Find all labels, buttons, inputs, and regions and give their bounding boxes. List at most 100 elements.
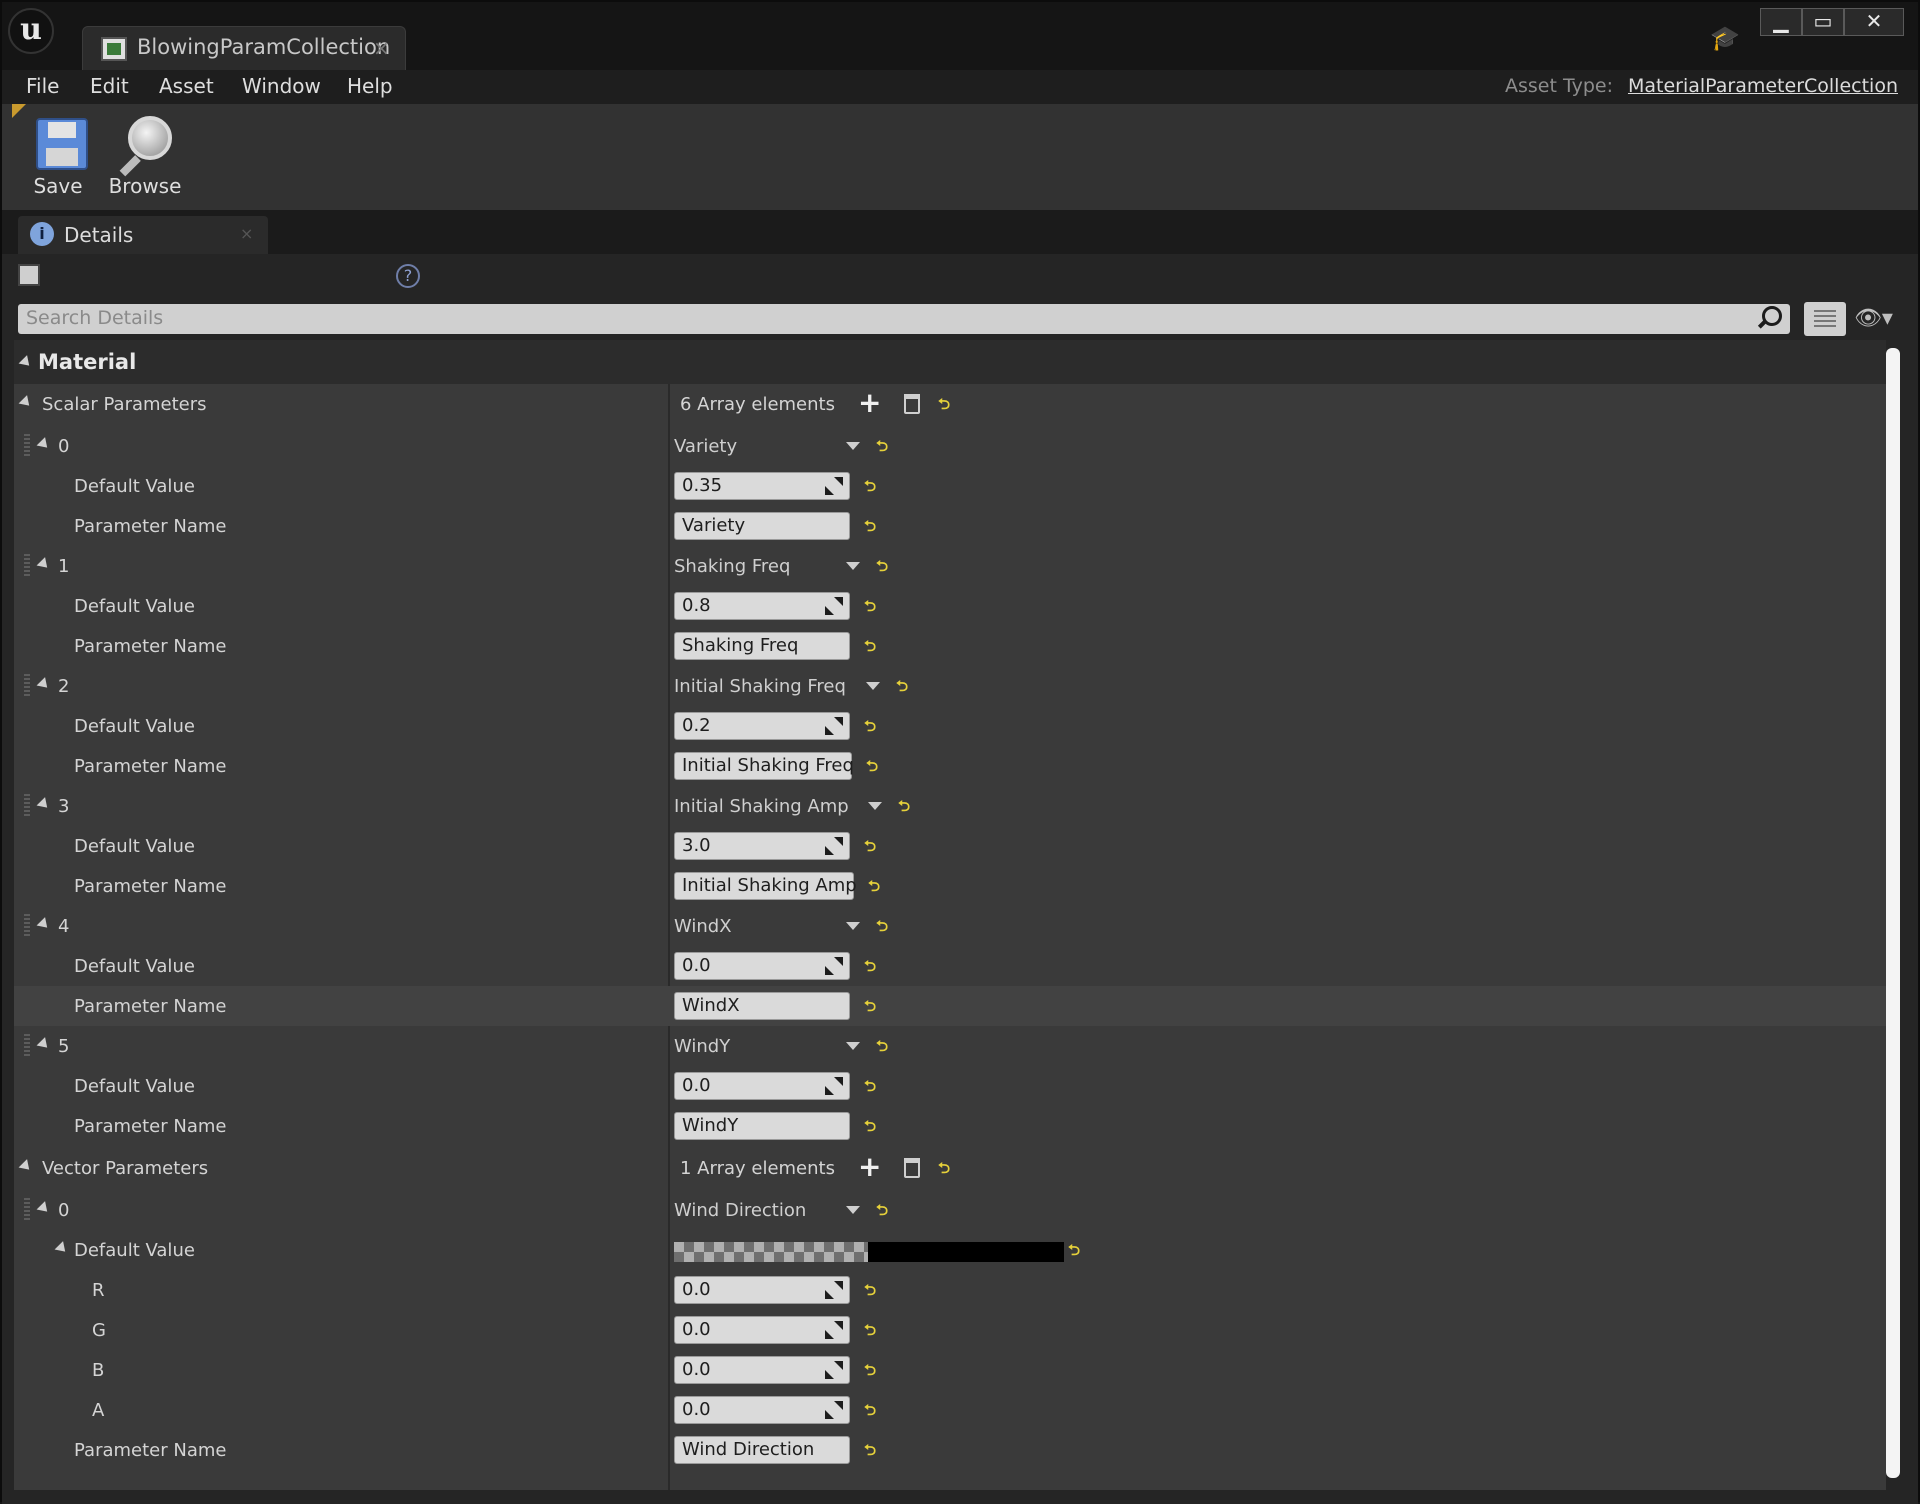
element-combo[interactable]: Initial Shaking Amp: [674, 796, 849, 817]
expand-triangle-icon[interactable]: [36, 917, 52, 932]
default-value-field[interactable]: 0.8: [674, 592, 850, 620]
menu-edit[interactable]: Edit: [90, 74, 129, 98]
reset-to-default-icon[interactable]: ⮌: [864, 1280, 876, 1305]
vertical-scrollbar[interactable]: [1886, 348, 1900, 1478]
reset-to-default-icon[interactable]: ⮌: [864, 1400, 876, 1425]
menu-help[interactable]: Help: [347, 74, 393, 98]
expand-triangle-icon[interactable]: [36, 557, 52, 572]
drag-handle-icon[interactable]: [24, 554, 30, 578]
browse-button[interactable]: Browse: [104, 114, 186, 204]
scalar-element-1[interactable]: 1 Shaking Freq ⮌: [14, 546, 1886, 586]
chevron-down-icon[interactable]: [846, 1206, 860, 1214]
parameter-name-field[interactable]: WindX: [674, 992, 850, 1020]
reset-to-default-icon[interactable]: ⮌: [938, 394, 950, 419]
element-combo[interactable]: Wind Direction: [674, 1200, 806, 1221]
expand-triangle-icon[interactable]: [36, 437, 52, 452]
default-value-field[interactable]: 0.0: [674, 952, 850, 980]
minimize-button[interactable]: ▁: [1760, 8, 1802, 36]
unreal-logo-icon[interactable]: u: [8, 8, 54, 54]
reset-to-default-icon[interactable]: ⮌: [864, 476, 876, 501]
parameter-name-field[interactable]: Initial Shaking Freq: [674, 752, 854, 780]
element-combo[interactable]: Initial Shaking Freq: [674, 676, 846, 697]
scalar-element-5[interactable]: 5 WindY ⮌: [14, 1026, 1886, 1066]
drag-handle-icon[interactable]: [24, 794, 30, 818]
element-combo[interactable]: Shaking Freq: [674, 556, 790, 577]
reset-to-default-icon[interactable]: ⮌: [898, 796, 910, 821]
help-icon[interactable]: ?: [396, 264, 420, 288]
parameter-name-field[interactable]: Variety: [674, 512, 850, 540]
details-tab[interactable]: i Details ×: [18, 216, 268, 254]
expand-triangle-icon[interactable]: [36, 1037, 52, 1052]
reset-to-default-icon[interactable]: ⮌: [864, 1320, 876, 1345]
chevron-down-icon[interactable]: [846, 442, 860, 450]
default-value-field[interactable]: 0.0: [674, 1072, 850, 1100]
channel-value-field[interactable]: 0.0: [674, 1356, 850, 1384]
default-value-field[interactable]: 3.0: [674, 832, 850, 860]
add-element-icon[interactable]: +: [858, 1153, 881, 1181]
reset-to-default-icon[interactable]: ⮌: [876, 436, 888, 461]
reset-to-default-icon[interactable]: ⮌: [1068, 1240, 1080, 1265]
menu-asset[interactable]: Asset: [159, 74, 214, 98]
reset-to-default-icon[interactable]: ⮌: [876, 556, 888, 581]
expand-triangle-icon[interactable]: [36, 677, 52, 692]
trash-icon[interactable]: [904, 1158, 920, 1178]
element-combo[interactable]: WindX: [674, 916, 732, 937]
search-details-input[interactable]: Search Details: [18, 304, 1790, 334]
drag-handle-icon[interactable]: [24, 434, 30, 458]
close-window-button[interactable]: ✕: [1844, 8, 1904, 36]
parameter-name-field[interactable]: Wind Direction: [674, 1436, 850, 1464]
reset-to-default-icon[interactable]: ⮌: [864, 836, 876, 861]
chevron-down-icon[interactable]: [868, 802, 882, 810]
reset-to-default-icon[interactable]: ⮌: [864, 636, 876, 661]
tutorial-cap-icon[interactable]: 🎓: [1710, 24, 1740, 52]
channel-value-field[interactable]: 0.0: [674, 1396, 850, 1424]
reset-to-default-icon[interactable]: ⮌: [876, 1036, 888, 1061]
reset-to-default-icon[interactable]: ⮌: [864, 1076, 876, 1101]
channel-value-field[interactable]: 0.0: [674, 1276, 850, 1304]
reset-to-default-icon[interactable]: ⮌: [864, 716, 876, 741]
scalar-element-2[interactable]: 2 Initial Shaking Freq ⮌: [14, 666, 1886, 706]
reset-to-default-icon[interactable]: ⮌: [876, 916, 888, 941]
drag-handle-icon[interactable]: [24, 674, 30, 698]
asset-document-tab[interactable]: BlowingParamCollection ×: [82, 26, 406, 70]
element-combo[interactable]: Variety: [674, 436, 737, 457]
parameter-name-field[interactable]: Shaking Freq: [674, 632, 850, 660]
menu-window[interactable]: Window: [242, 74, 321, 98]
reset-to-default-icon[interactable]: ⮌: [864, 996, 876, 1021]
element-combo[interactable]: WindY: [674, 1036, 730, 1057]
category-material[interactable]: Material: [14, 340, 1886, 384]
channel-value-field[interactable]: 0.0: [674, 1316, 850, 1344]
expand-triangle-icon[interactable]: [36, 797, 52, 812]
view-options-eye-icon[interactable]: 👁▾: [1854, 306, 1898, 332]
reset-to-default-icon[interactable]: ⮌: [864, 1360, 876, 1385]
default-value-field[interactable]: 0.35: [674, 472, 850, 500]
drag-handle-icon[interactable]: [24, 1198, 30, 1222]
scalar-element-0[interactable]: 0 Variety ⮌: [14, 426, 1886, 466]
vector-element-0[interactable]: 0 Wind Direction ⮌: [14, 1190, 1886, 1230]
maximize-button[interactable]: ▭: [1802, 8, 1844, 36]
reset-to-default-icon[interactable]: ⮌: [938, 1158, 950, 1183]
expand-triangle-icon[interactable]: [18, 1159, 34, 1174]
reset-to-default-icon[interactable]: ⮌: [868, 876, 880, 901]
chevron-down-icon[interactable]: [866, 682, 880, 690]
default-value-field[interactable]: 0.2: [674, 712, 850, 740]
reset-to-default-icon[interactable]: ⮌: [876, 1200, 888, 1225]
reset-to-default-icon[interactable]: ⮌: [896, 676, 908, 701]
property-matrix-button[interactable]: [1804, 302, 1846, 336]
reset-to-default-icon[interactable]: ⮌: [864, 1440, 876, 1465]
trash-icon[interactable]: [904, 394, 920, 414]
reset-to-default-icon[interactable]: ⮌: [866, 756, 878, 781]
asset-type-link[interactable]: MaterialParameterCollection: [1628, 75, 1898, 97]
drag-handle-icon[interactable]: [24, 914, 30, 938]
reset-to-default-icon[interactable]: ⮌: [864, 1116, 876, 1141]
expand-triangle-icon[interactable]: [54, 1241, 70, 1256]
chevron-down-icon[interactable]: [846, 1042, 860, 1050]
reset-to-default-icon[interactable]: ⮌: [864, 596, 876, 621]
collapse-triangle-icon[interactable]: [18, 355, 34, 370]
parameter-name-field[interactable]: WindY: [674, 1112, 850, 1140]
color-swatch[interactable]: [674, 1242, 1064, 1262]
chevron-down-icon[interactable]: [846, 922, 860, 930]
save-button[interactable]: Save: [18, 114, 98, 204]
scalar-element-4[interactable]: 4 WindX ⮌: [14, 906, 1886, 946]
search-icon[interactable]: [1756, 306, 1782, 330]
